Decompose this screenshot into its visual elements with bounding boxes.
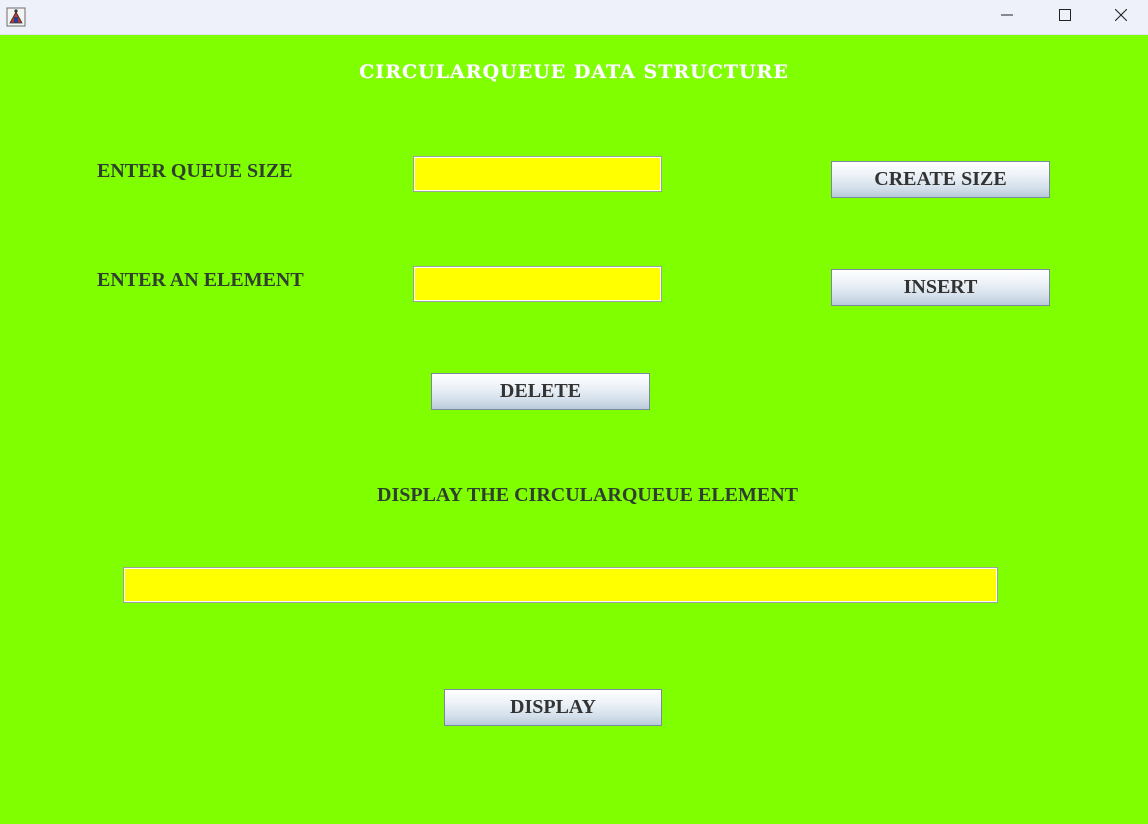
queue-size-input[interactable] [413,156,662,192]
delete-button[interactable]: DELETE [431,373,650,410]
main-panel: CIRCULARQUEUE DATA STRUCTURE ENTER QUEUE… [0,35,1148,824]
minimize-icon [1001,8,1013,26]
close-icon [1114,8,1128,26]
display-label: DISPLAY THE CIRCULARQUEUE ELEMENT [377,484,799,506]
element-label: ENTER AN ELEMENT [97,269,304,291]
insert-button[interactable]: INSERT [831,269,1050,306]
close-button[interactable] [1094,0,1148,34]
queue-size-label: ENTER QUEUE SIZE [97,160,293,182]
minimize-button[interactable] [978,0,1036,34]
maximize-button[interactable] [1036,0,1094,34]
create-size-button[interactable]: CREATE SIZE [831,161,1050,198]
display-button[interactable]: DISPLAY [444,689,662,726]
java-app-icon[interactable] [6,7,26,27]
title-bar[interactable] [0,0,1148,35]
page-title: CIRCULARQUEUE DATA STRUCTURE [359,61,789,83]
maximize-icon [1059,8,1071,26]
app-window: CIRCULARQUEUE DATA STRUCTURE ENTER QUEUE… [0,0,1148,824]
element-input[interactable] [413,266,662,302]
display-output-field[interactable] [123,567,998,603]
